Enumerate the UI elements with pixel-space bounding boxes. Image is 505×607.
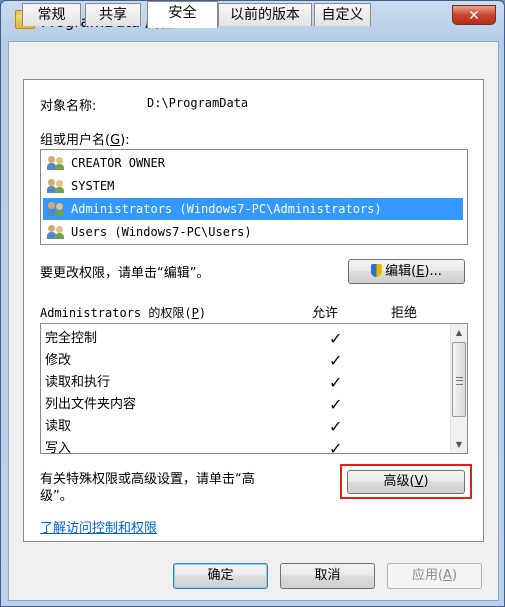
allow-column-header: 允许 (312, 306, 339, 321)
permissions-title: Administrators 的权限(P) (40, 306, 207, 320)
user-list[interactable]: CREATOR OWNER SYSTEM Administrators (Win… (40, 149, 468, 245)
uac-shield-icon (371, 264, 383, 277)
allow-check-icon[interactable]: ✓ (329, 372, 342, 394)
users-icon (47, 178, 65, 194)
scroll-up-icon[interactable]: ▲ (451, 324, 467, 341)
users-icon (47, 224, 65, 240)
users-icon (47, 201, 65, 217)
allow-check-icon[interactable]: ✓ (329, 328, 342, 350)
permissions-scrollbar[interactable]: ▲ ▼ (450, 324, 467, 453)
apply-button[interactable]: 应用(A) (387, 563, 482, 589)
allow-check-icon[interactable]: ✓ (329, 416, 342, 438)
permissions-list[interactable]: 完全控制 ✓ 修改 ✓ 读取和执行 ✓ 列出文件夹内容 ✓ 读取 ✓ 写入 ✓ (40, 323, 468, 454)
group-users-label: 组或用户名(G): (40, 133, 130, 148)
allow-check-icon[interactable]: ✓ (329, 394, 342, 416)
user-item-creator-owner[interactable]: CREATOR OWNER (43, 152, 463, 174)
tab-sharing[interactable]: 共享 (85, 3, 141, 26)
advanced-highlight-box (340, 464, 472, 499)
scroll-down-icon[interactable]: ▼ (451, 436, 467, 453)
object-name-value: D:\ProgramData (147, 96, 249, 110)
tab-security[interactable]: 安全 (147, 1, 218, 28)
user-item-users[interactable]: Users (Windows7-PC\Users) (43, 221, 463, 243)
grip-icon (456, 377, 463, 385)
properties-window: ProgramData 属性 ✕ 常规 共享 安全 以前的版本 自定义 对象名称… (0, 0, 505, 607)
permission-row-write: 写入 ✓ (45, 438, 455, 453)
tab-general[interactable]: 常规 (22, 3, 81, 26)
allow-check-icon[interactable]: ✓ (329, 350, 342, 372)
deny-column-header: 拒绝 (391, 306, 418, 321)
allow-check-icon[interactable]: ✓ (329, 438, 342, 453)
learn-access-control-link[interactable]: 了解访问控制和权限 (40, 517, 157, 536)
advanced-hint-line2: 级”。 (40, 489, 73, 504)
users-icon (47, 155, 65, 171)
tab-previous-versions[interactable]: 以前的版本 (218, 3, 312, 26)
cancel-button[interactable]: 取消 (280, 563, 375, 589)
object-name-label: 对象名称: (40, 99, 97, 114)
permission-row-modify: 修改 ✓ (45, 350, 343, 372)
edit-hint: 要更改权限，请单击“编辑”。 (40, 266, 210, 281)
user-item-administrators[interactable]: Administrators (Windows7-PC\Administrato… (43, 198, 463, 220)
user-item-system[interactable]: SYSTEM (43, 175, 463, 197)
tab-customize[interactable]: 自定义 (314, 3, 371, 26)
permission-row-read: 读取 ✓ (45, 416, 343, 438)
permission-row-full-control: 完全控制 ✓ (45, 328, 343, 350)
edit-button[interactable]: 编辑(E)... (348, 259, 465, 284)
ok-button[interactable]: 确定 (173, 563, 268, 589)
scroll-thumb[interactable] (452, 342, 466, 417)
permission-row-read-execute: 读取和执行 ✓ (45, 372, 343, 394)
permission-row-list-folder: 列出文件夹内容 ✓ (45, 394, 343, 416)
close-button[interactable]: ✕ (452, 5, 496, 25)
